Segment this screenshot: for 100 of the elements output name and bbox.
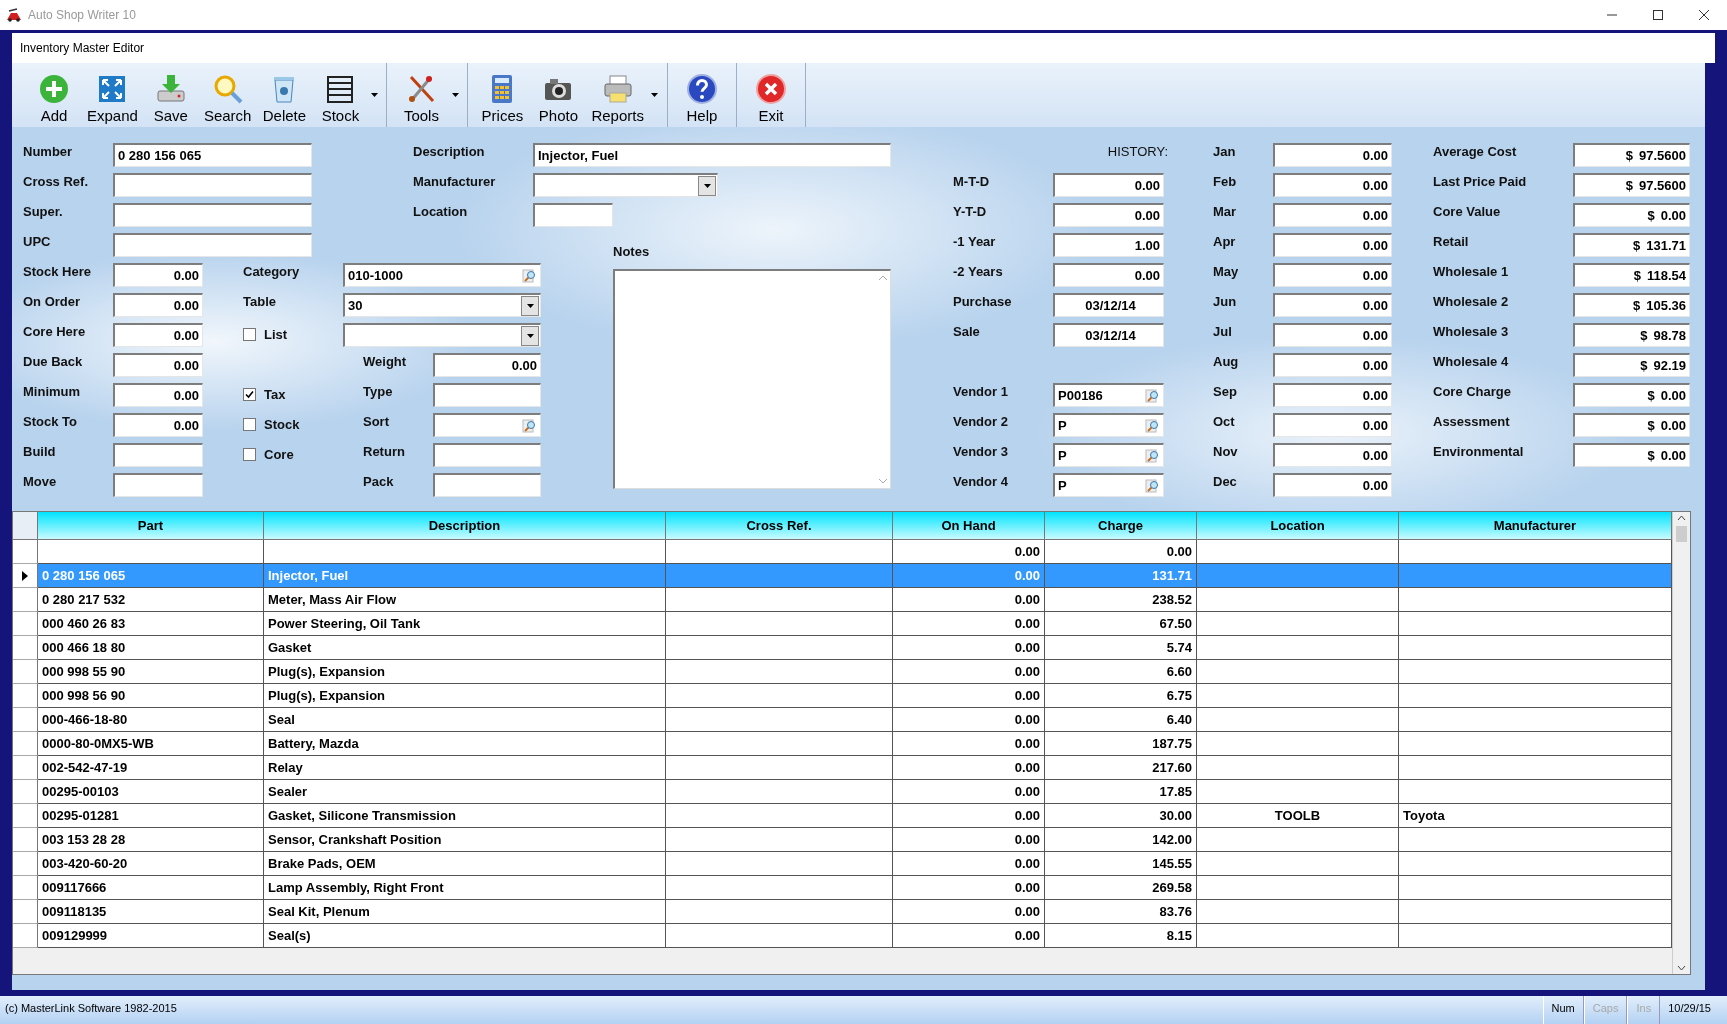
column-header[interactable]: Location: [1197, 512, 1399, 540]
input-field[interactable]: P: [1053, 473, 1164, 497]
checkbox[interactable]: [243, 448, 256, 461]
scroll-up-icon[interactable]: [879, 275, 887, 280]
input-field[interactable]: [433, 473, 541, 497]
column-header[interactable]: Charge: [1045, 512, 1197, 540]
column-header[interactable]: Cross Ref.: [666, 512, 893, 540]
toolbar-button[interactable]: Expand: [82, 63, 143, 127]
input-field[interactable]: $ 97.5600: [1573, 143, 1690, 167]
input-field[interactable]: 0.00: [1273, 473, 1392, 497]
lookup-icon[interactable]: [522, 417, 538, 434]
table-cell: 0.00: [893, 636, 1045, 660]
input-field[interactable]: [113, 443, 203, 467]
input-field[interactable]: $ 0.00: [1573, 203, 1690, 227]
input-field[interactable]: 0.00: [1053, 173, 1164, 197]
checkbox[interactable]: [243, 388, 256, 401]
input-field[interactable]: [113, 173, 312, 197]
input-field[interactable]: 0.00: [1273, 383, 1392, 407]
toolbar-button[interactable]: Reports: [586, 63, 649, 127]
lookup-icon[interactable]: [1145, 477, 1161, 494]
input-field[interactable]: $ 92.19: [1573, 353, 1690, 377]
table-cell: 17.85: [1045, 780, 1197, 804]
input-field[interactable]: 0.00: [1273, 143, 1392, 167]
input-field[interactable]: $ 131.71: [1573, 233, 1690, 257]
input-field[interactable]: 0.00: [113, 383, 203, 407]
input-field[interactable]: P: [1053, 413, 1164, 437]
table-cell: 8.15: [1045, 924, 1197, 948]
input-field[interactable]: [113, 473, 203, 497]
input-field[interactable]: 0.00: [113, 413, 203, 437]
input-field[interactable]: [343, 323, 541, 347]
input-field[interactable]: [533, 203, 613, 227]
input-field[interactable]: [433, 443, 541, 467]
checkbox[interactable]: [243, 328, 256, 341]
input-field[interactable]: 0 280 156 065: [113, 143, 312, 167]
column-header[interactable]: Description: [264, 512, 666, 540]
input-field[interactable]: [433, 413, 541, 437]
toolbar-button[interactable]: Prices: [474, 63, 531, 127]
input-field[interactable]: 0.00: [1273, 413, 1392, 437]
checkbox[interactable]: [243, 418, 256, 431]
input-field[interactable]: 0.00: [113, 263, 203, 287]
scroll-thumb[interactable]: [1676, 526, 1687, 542]
input-field[interactable]: $ 105.36: [1573, 293, 1690, 317]
input-field[interactable]: 0.00: [1273, 353, 1392, 377]
input-field[interactable]: 0.00: [1273, 233, 1392, 257]
notes-field[interactable]: [613, 269, 891, 489]
input-field[interactable]: 0.00: [1273, 323, 1392, 347]
input-field[interactable]: P00186: [1053, 383, 1164, 407]
input-field[interactable]: 0.00: [1273, 293, 1392, 317]
input-field[interactable]: $ 0.00: [1573, 443, 1690, 467]
input-field[interactable]: 010-1000: [343, 263, 541, 287]
input-field[interactable]: 0.00: [113, 293, 203, 317]
toolbar-button[interactable]: Help: [673, 63, 730, 127]
input-field[interactable]: $ 98.78: [1573, 323, 1690, 347]
toolbar-button[interactable]: Delete: [256, 63, 313, 127]
column-header[interactable]: On Hand: [893, 512, 1045, 540]
input-field[interactable]: 0.00: [113, 353, 203, 377]
row-header[interactable]: [13, 564, 38, 588]
scrollbar[interactable]: [1672, 512, 1690, 974]
input-field[interactable]: $ 118.54: [1573, 263, 1690, 287]
field-label: Feb: [1213, 173, 1238, 189]
input-field[interactable]: $ 0.00: [1573, 413, 1690, 437]
table-corner[interactable]: [13, 512, 38, 540]
toolbar-button[interactable]: Save: [142, 63, 199, 127]
dropdown-button[interactable]: [521, 295, 539, 316]
lookup-icon[interactable]: [522, 267, 538, 284]
input-field[interactable]: 0.00: [1053, 263, 1164, 287]
input-field[interactable]: $ 97.5600: [1573, 173, 1690, 197]
input-field[interactable]: P: [1053, 443, 1164, 467]
toolbar-button[interactable]: Add: [26, 63, 82, 127]
dropdown-button[interactable]: [698, 175, 716, 196]
input-field[interactable]: 0.00: [1273, 263, 1392, 287]
lookup-icon[interactable]: [1145, 417, 1161, 434]
table-cell: 83.76: [1045, 900, 1197, 924]
input-field[interactable]: 03/12/14: [1053, 323, 1164, 347]
scroll-down-icon[interactable]: [879, 479, 887, 484]
column-header[interactable]: Part: [38, 512, 264, 540]
combo-box[interactable]: 30: [343, 293, 541, 317]
input-field[interactable]: [113, 233, 312, 257]
input-field[interactable]: [433, 383, 541, 407]
input-field[interactable]: 03/12/14: [1053, 293, 1164, 317]
input-field[interactable]: 0.00: [1273, 203, 1392, 227]
toolbar-button[interactable]: Exit: [742, 63, 799, 127]
input-field[interactable]: $ 0.00: [1573, 383, 1690, 407]
combo-box[interactable]: [533, 173, 718, 197]
dropdown-button[interactable]: [521, 325, 539, 346]
input-field[interactable]: Injector, Fuel: [533, 143, 891, 167]
input-field[interactable]: [113, 203, 312, 227]
input-field[interactable]: 0.00: [433, 353, 541, 377]
toolbar-button[interactable]: Photo: [530, 63, 587, 127]
toolbar-button[interactable]: Stock: [312, 63, 369, 127]
toolbar-button[interactable]: Tools: [393, 63, 450, 127]
input-field[interactable]: 0.00: [113, 323, 203, 347]
input-field[interactable]: 1.00: [1053, 233, 1164, 257]
input-field[interactable]: 0.00: [1273, 173, 1392, 197]
column-header[interactable]: Manufacturer: [1399, 512, 1672, 540]
toolbar-button[interactable]: Search: [198, 63, 257, 127]
input-field[interactable]: 0.00: [1053, 203, 1164, 227]
input-field[interactable]: 0.00: [1273, 443, 1392, 467]
lookup-icon[interactable]: [1145, 387, 1161, 404]
lookup-icon[interactable]: [1145, 447, 1161, 464]
